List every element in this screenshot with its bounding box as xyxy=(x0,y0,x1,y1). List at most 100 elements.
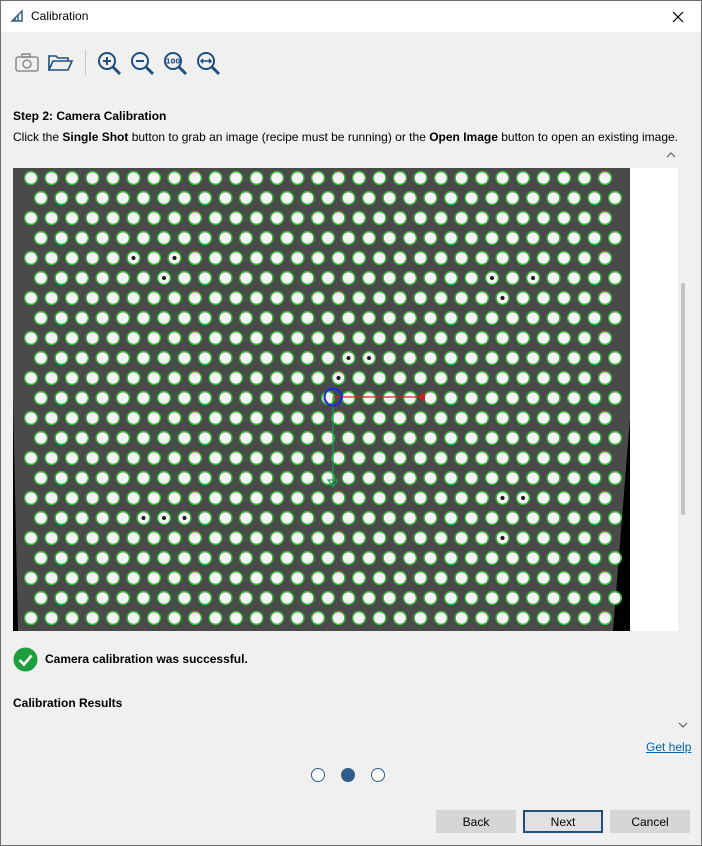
folder-open-icon[interactable] xyxy=(46,49,74,77)
calibration-dot xyxy=(474,330,490,346)
calibration-dot xyxy=(505,310,520,326)
calibration-dot xyxy=(474,170,490,186)
calibration-dot xyxy=(74,430,90,446)
toolbar: 100 xyxy=(1,33,701,91)
calibration-dot xyxy=(556,610,572,626)
calibration-dot xyxy=(187,570,203,586)
calibration-dot xyxy=(351,530,367,546)
get-help-link[interactable]: Get help xyxy=(646,740,691,754)
calibration-dot xyxy=(392,610,408,626)
calibration-dot xyxy=(361,390,377,406)
calibration-dot xyxy=(228,210,244,226)
calibration-dot xyxy=(228,610,244,626)
calibration-dot xyxy=(341,550,356,566)
calibration-dot xyxy=(54,270,69,286)
calibration-dot xyxy=(587,510,602,526)
calibration-dot xyxy=(208,530,223,546)
calibration-dot xyxy=(597,210,613,226)
calibration-dot xyxy=(546,310,561,326)
calibration-dot xyxy=(74,230,90,246)
calibration-dot xyxy=(64,250,80,266)
calibration-dot xyxy=(566,310,582,326)
calibration-dot xyxy=(105,290,121,306)
calibration-dot xyxy=(515,490,531,506)
pager-dot-2[interactable] xyxy=(341,768,355,782)
calibration-dot xyxy=(525,350,541,366)
back-button[interactable]: Back xyxy=(436,810,516,833)
check-circle-icon xyxy=(13,647,38,671)
calibration-dot xyxy=(44,170,59,186)
calibration-dot xyxy=(208,610,223,626)
calibration-dot xyxy=(536,410,551,426)
calibration-dot xyxy=(146,250,162,266)
calibration-dot xyxy=(126,610,141,626)
calibration-dot xyxy=(392,450,408,466)
calibration-dot xyxy=(361,430,377,446)
calibration-dot xyxy=(372,450,387,466)
calibration-dot xyxy=(279,550,295,566)
calibration-dot xyxy=(95,270,110,286)
calibration-dot xyxy=(197,430,213,446)
calibration-dot xyxy=(413,250,428,266)
calibration-dot xyxy=(536,450,551,466)
calibration-dot xyxy=(115,430,131,446)
zoom-in-icon[interactable] xyxy=(95,49,123,77)
calibration-dot xyxy=(341,230,356,246)
calibration-dot xyxy=(351,610,367,626)
calibration-dot xyxy=(74,590,90,606)
calibration-dot xyxy=(495,370,510,386)
calibration-dot xyxy=(382,590,397,606)
calibration-dot xyxy=(372,290,387,306)
calibration-dot xyxy=(351,490,367,506)
calibration-dot xyxy=(95,350,110,366)
scrollbar-thumb[interactable] xyxy=(681,283,685,515)
calibration-dot xyxy=(433,250,449,266)
calibration-dot xyxy=(536,610,551,626)
calibration-dot xyxy=(218,510,233,526)
calibration-dot xyxy=(484,230,500,246)
calibration-dot xyxy=(577,410,592,426)
calibration-dot xyxy=(156,190,172,206)
scroll-down-icon[interactable] xyxy=(676,718,690,732)
next-button[interactable]: Next xyxy=(523,810,603,833)
calibration-dot xyxy=(423,190,438,206)
calibration-dot xyxy=(136,470,151,486)
calibration-dot xyxy=(454,330,469,346)
calibration-dot xyxy=(515,530,531,546)
calibration-dot xyxy=(259,510,274,526)
calibration-dot xyxy=(556,410,572,426)
calibration-dot xyxy=(33,470,49,486)
calibration-dot xyxy=(238,430,254,446)
calibration-dot xyxy=(177,190,192,206)
camera-icon[interactable] xyxy=(13,49,41,77)
zoom-fit-icon[interactable] xyxy=(194,49,222,77)
scroll-up-icon[interactable] xyxy=(664,148,678,162)
calibration-dot xyxy=(566,590,582,606)
calibration-dot xyxy=(607,470,623,486)
pager-dot-1[interactable] xyxy=(311,768,325,782)
calibration-dot xyxy=(515,210,531,226)
calibration-dot xyxy=(105,570,121,586)
calibration-dot xyxy=(331,610,346,626)
calibration-image-panel[interactable] xyxy=(13,168,678,631)
cancel-button[interactable]: Cancel xyxy=(610,810,690,833)
calibration-dot xyxy=(433,570,449,586)
calibration-dot xyxy=(269,610,285,626)
calibration-dot xyxy=(433,210,449,226)
calibration-dot xyxy=(372,490,387,506)
calibration-dot xyxy=(351,170,367,186)
calibration-dot xyxy=(310,250,326,266)
zoom-out-icon[interactable] xyxy=(128,49,156,77)
zoom-100-icon[interactable]: 100 xyxy=(161,49,189,77)
calibration-dot xyxy=(300,510,315,526)
close-button[interactable] xyxy=(655,1,701,32)
calibration-dot xyxy=(105,490,121,506)
calibration-dot xyxy=(259,430,274,446)
calibration-dot xyxy=(454,610,469,626)
calibration-dot xyxy=(44,570,59,586)
pager-dot-3[interactable] xyxy=(371,768,385,782)
calibration-dot xyxy=(146,570,162,586)
calibration-dot xyxy=(556,250,572,266)
calibration-dot xyxy=(64,290,80,306)
calibration-dot xyxy=(279,310,295,326)
